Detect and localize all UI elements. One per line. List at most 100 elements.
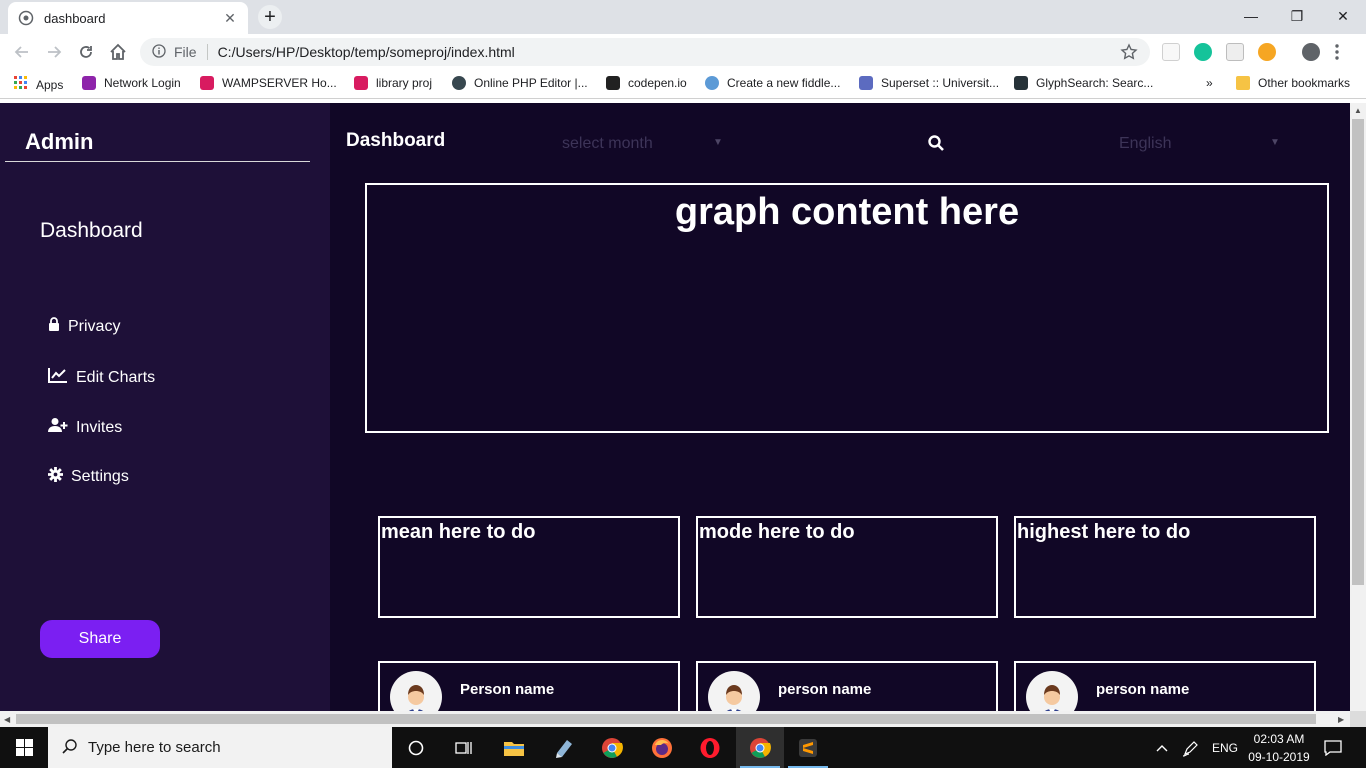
home-icon[interactable] bbox=[106, 40, 130, 64]
address-bar[interactable]: File C:/Users/HP/Desktop/temp/someproj/i… bbox=[140, 38, 1150, 66]
avatar bbox=[390, 671, 442, 711]
extension-coupon-icon[interactable] bbox=[1258, 43, 1276, 61]
bookmark-wampserver[interactable]: WAMPSERVER Ho... bbox=[200, 76, 337, 90]
address-separator bbox=[206, 44, 208, 60]
bookmark-online-php-editor[interactable]: Online PHP Editor |... bbox=[452, 76, 588, 90]
bookmark-star-icon[interactable] bbox=[1120, 43, 1138, 64]
restore-button[interactable]: ❐ bbox=[1274, 0, 1320, 32]
extension-pocket-icon[interactable] bbox=[1162, 43, 1180, 61]
globe-icon bbox=[18, 10, 34, 26]
tray-overflow-chevron-icon[interactable] bbox=[1156, 727, 1168, 768]
bookmarks-overflow-button[interactable]: » bbox=[1206, 76, 1213, 90]
cortana-icon[interactable] bbox=[392, 727, 440, 768]
avatar bbox=[1026, 671, 1078, 711]
bookmark-label: codepen.io bbox=[628, 76, 687, 90]
tab-close-icon[interactable]: ✕ bbox=[222, 10, 238, 27]
pen-workspace-icon[interactable] bbox=[1182, 727, 1200, 768]
bookmark-jsfiddle[interactable]: Create a new fiddle... bbox=[705, 76, 840, 90]
sidebar-item-privacy[interactable]: Privacy bbox=[48, 317, 120, 336]
bookmark-label: Apps bbox=[36, 77, 64, 92]
user-plus-icon bbox=[48, 417, 76, 438]
task-view-icon[interactable] bbox=[440, 727, 488, 768]
person-card[interactable]: person name bbox=[1014, 661, 1316, 711]
extension-copy-icon[interactable] bbox=[1226, 43, 1244, 61]
sidebar-item-label: Settings bbox=[71, 468, 129, 485]
scroll-left-arrow-icon[interactable]: ◀ bbox=[4, 715, 10, 724]
graph-placeholder-text: graph content here bbox=[674, 191, 1020, 233]
sidebar: Admin Dashboard Privacy Edit Charts Invi… bbox=[0, 103, 330, 711]
scroll-right-arrow-icon[interactable]: ▶ bbox=[1338, 715, 1344, 724]
php-editor-icon bbox=[452, 76, 466, 90]
windows-start-icon[interactable] bbox=[0, 727, 48, 768]
browser-tab-dashboard[interactable]: dashboard ✕ bbox=[8, 2, 248, 34]
share-button[interactable]: Share bbox=[40, 620, 160, 658]
bookmark-codepen[interactable]: codepen.io bbox=[606, 76, 687, 90]
search-icon[interactable] bbox=[928, 135, 944, 156]
scrollbar-corner bbox=[1350, 711, 1366, 727]
bookmark-label: Create a new fiddle... bbox=[727, 76, 841, 90]
month-select[interactable]: select month bbox=[562, 135, 653, 153]
window-close-button[interactable]: ✕ bbox=[1320, 0, 1366, 32]
chart-line-icon bbox=[48, 367, 76, 388]
menu-kebab-icon[interactable] bbox=[1334, 43, 1340, 61]
sidebar-item-settings[interactable]: Settings bbox=[48, 467, 129, 487]
cloud-icon bbox=[705, 76, 719, 90]
scroll-up-arrow-icon[interactable]: ▲ bbox=[1354, 106, 1362, 115]
scheme-label: File bbox=[174, 44, 197, 60]
person-card[interactable]: person name bbox=[696, 661, 998, 711]
bookmark-glyphsearch[interactable]: GlyphSearch: Searc... bbox=[1014, 76, 1153, 90]
umbrella-icon bbox=[82, 76, 96, 90]
taskbar-search-box[interactable]: Type here to search bbox=[48, 727, 392, 768]
apps-grid-icon bbox=[14, 76, 28, 93]
avatar bbox=[708, 671, 760, 711]
bookmark-label: GlyphSearch: Searc... bbox=[1036, 76, 1154, 90]
back-arrow-icon[interactable] bbox=[10, 40, 34, 64]
horizontal-scrollbar[interactable]: ◀ ▶ bbox=[0, 711, 1350, 727]
opera-icon[interactable] bbox=[686, 727, 734, 768]
bookmark-library-proj[interactable]: library proj bbox=[354, 76, 432, 90]
lock-icon bbox=[48, 317, 68, 336]
file-explorer-icon[interactable] bbox=[490, 727, 538, 768]
input-language-indicator[interactable]: ENG bbox=[1212, 727, 1238, 768]
vertical-scrollbar[interactable]: ▲ bbox=[1350, 103, 1366, 711]
action-center-icon[interactable] bbox=[1324, 727, 1342, 768]
language-select-chevron-icon[interactable]: ▼ bbox=[1270, 137, 1280, 148]
bookmark-label: library proj bbox=[376, 76, 433, 90]
sidebar-item-label: Invites bbox=[76, 418, 123, 436]
taskbar-clock[interactable]: 02:03 AM 09-10-2019 bbox=[1244, 730, 1314, 766]
person-card[interactable]: Person name bbox=[378, 661, 680, 711]
sidebar-item-dashboard[interactable]: Dashboard bbox=[40, 219, 143, 243]
bookmark-superset[interactable]: Superset :: Universit... bbox=[859, 76, 999, 90]
info-icon[interactable] bbox=[152, 43, 166, 61]
clock-date: 09-10-2019 bbox=[1248, 750, 1310, 764]
page-viewport: Admin Dashboard Privacy Edit Charts Invi… bbox=[0, 103, 1350, 711]
month-select-chevron-icon[interactable]: ▼ bbox=[713, 137, 723, 148]
bookmark-apps[interactable]: Apps bbox=[14, 76, 63, 93]
chrome-active-icon[interactable] bbox=[736, 727, 784, 768]
sublime-text-icon[interactable] bbox=[784, 727, 832, 768]
bookmark-network-login[interactable]: Network Login bbox=[82, 76, 181, 90]
folder-icon bbox=[1236, 76, 1250, 90]
horizontal-scroll-thumb[interactable] bbox=[16, 714, 1316, 724]
reload-icon[interactable] bbox=[74, 40, 98, 64]
forward-arrow-icon[interactable] bbox=[42, 40, 66, 64]
chrome-icon[interactable] bbox=[588, 727, 636, 768]
codepen-icon bbox=[606, 76, 620, 90]
person-name: person name bbox=[1096, 681, 1190, 698]
extension-grammarly-icon[interactable] bbox=[1194, 43, 1212, 61]
stat-card-label: highest here to do bbox=[1017, 521, 1191, 543]
other-bookmarks[interactable]: Other bookmarks bbox=[1236, 76, 1350, 90]
bookmark-label: Network Login bbox=[104, 76, 181, 90]
minimize-button[interactable]: — bbox=[1228, 0, 1274, 32]
sidebar-item-invites[interactable]: Invites bbox=[48, 417, 122, 438]
stat-card-highest: highest here to do bbox=[1014, 516, 1316, 618]
profile-avatar-icon[interactable] bbox=[1302, 43, 1320, 61]
language-select[interactable]: English bbox=[1119, 135, 1171, 153]
notepad-icon[interactable] bbox=[540, 727, 588, 768]
stat-card-mode: mode here to do bbox=[696, 516, 998, 618]
sidebar-item-edit-charts[interactable]: Edit Charts bbox=[48, 367, 155, 388]
firefox-icon[interactable] bbox=[638, 727, 686, 768]
sidebar-divider bbox=[5, 161, 310, 162]
new-tab-button[interactable]: + bbox=[258, 5, 282, 29]
vertical-scroll-thumb[interactable] bbox=[1352, 119, 1364, 585]
